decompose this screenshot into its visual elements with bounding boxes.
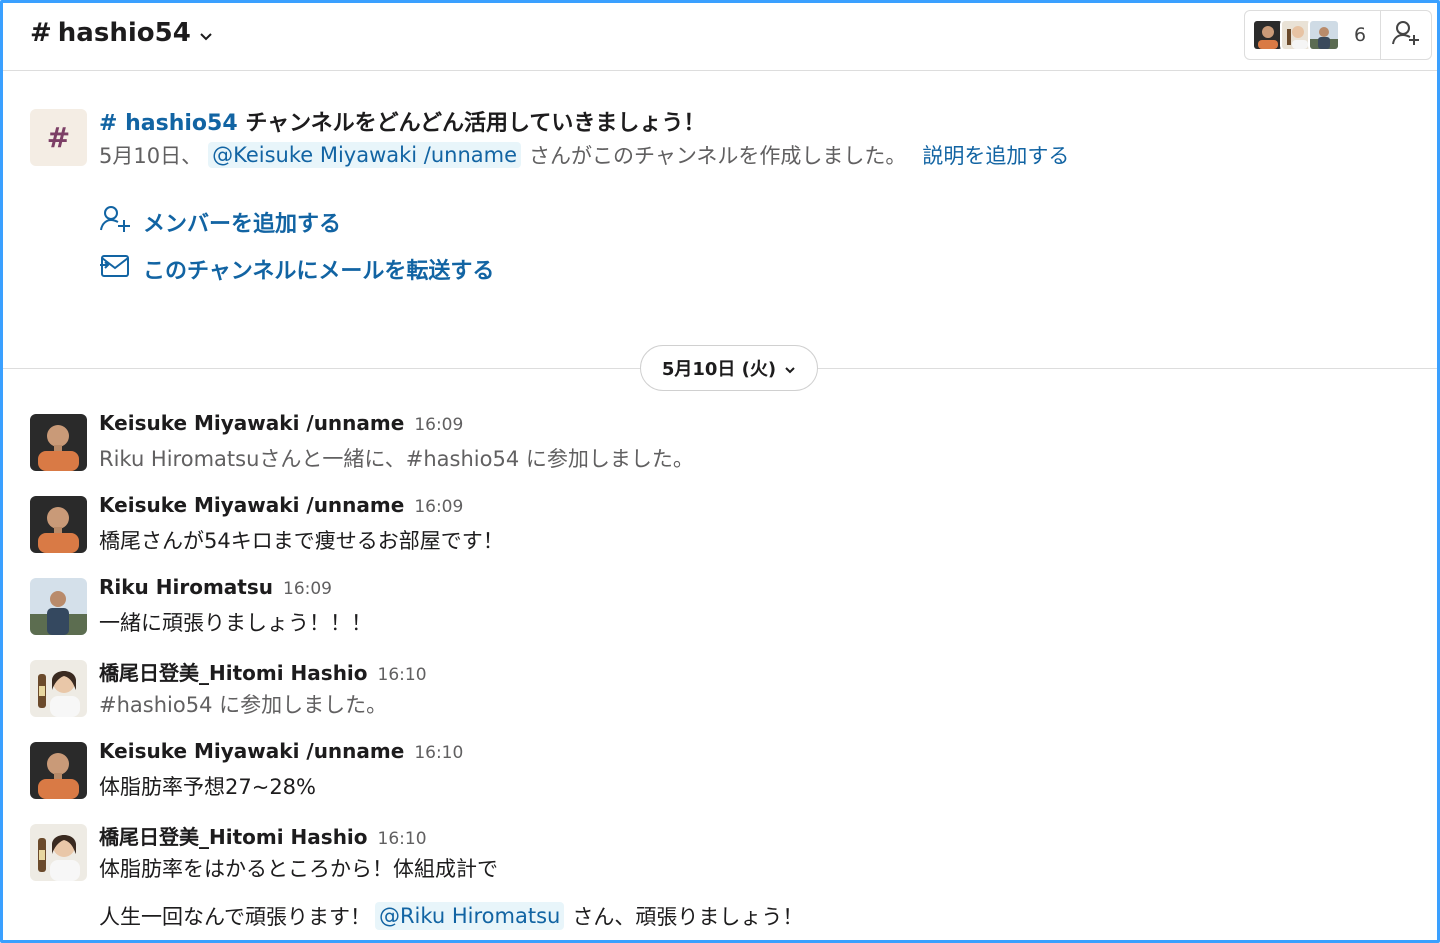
sender-name[interactable]: 橋尾日登美_Hitomi Hashio	[99, 821, 368, 850]
message-text: 体脂肪率予想27~28%	[99, 775, 316, 799]
channel-hash: #	[30, 18, 52, 48]
message-text: 一緒に頑張りましょう！！！	[99, 611, 372, 635]
add-person-icon	[1391, 18, 1421, 52]
message-header: Keisuke Miyawaki /unname 16:10	[99, 739, 463, 763]
intro-title: # hashio54 チャンネルをどんどん活用していきましょう！	[99, 105, 705, 137]
member-avatar-riku	[1308, 19, 1340, 51]
avatar-keisuke[interactable]	[30, 742, 87, 799]
add-members-label: メンバーを追加する	[143, 212, 342, 237]
message-text: 体脂肪率をはかるところから！体組成計で	[99, 857, 498, 881]
message-time[interactable]: 16:09	[414, 497, 463, 517]
forward-email-action[interactable]: このチャンネルにメールを転送する	[99, 253, 494, 285]
message-text: Riku Hiromatsuさんと一緒に、#hashio54 に参加しました。	[99, 447, 694, 471]
message-header: 橋尾日登美_Hitomi Hashio 16:10	[99, 821, 427, 850]
intro-created-date: 5月10日、	[99, 144, 203, 168]
members-widget: 6	[1244, 10, 1432, 60]
avatar-hitomi[interactable]	[30, 824, 87, 881]
message-text-line-2: 人生一回なんで頑張ります！ @Riku Hiromatsu さん、頑張りましょう…	[99, 901, 803, 931]
intro-hash: #	[99, 111, 118, 136]
avatar-riku[interactable]	[30, 578, 87, 635]
sender-name[interactable]: Keisuke Miyawaki /unname	[99, 411, 404, 435]
message-header: 橋尾日登美_Hitomi Hashio 16:10	[99, 657, 427, 686]
message-time[interactable]: 16:09	[283, 579, 332, 599]
member-count: 6	[1354, 24, 1367, 46]
message-time[interactable]: 16:09	[414, 415, 463, 435]
email-forward-icon	[99, 253, 143, 285]
chevron-down-icon	[784, 358, 796, 379]
intro-created-text: さんがこのチャンネルを作成しました。	[529, 144, 907, 168]
intro-channel-link[interactable]: # hashio54	[99, 111, 238, 136]
chevron-down-icon	[199, 19, 213, 49]
avatar-keisuke[interactable]	[30, 496, 87, 553]
channel-name: hashio54	[57, 18, 191, 48]
sender-name[interactable]: Keisuke Miyawaki /unname	[99, 493, 404, 517]
message-time[interactable]: 16:10	[414, 743, 463, 763]
message-time[interactable]: 16:10	[378, 829, 427, 849]
avatar-keisuke[interactable]	[30, 414, 87, 471]
message-text: 橋尾さんが54キロまで痩せるお部屋です！	[99, 529, 504, 553]
member-list-button[interactable]: 6	[1245, 11, 1381, 59]
message-header: Riku Hiromatsu 16:09	[99, 575, 332, 599]
intro-channel-name: hashio54	[125, 111, 238, 136]
add-description-link[interactable]: 説明を追加する	[922, 140, 1069, 170]
channel-window: # hashio54 6 # # hashio54 チャンネルをどんどん活用して…	[0, 0, 1440, 943]
avatar-hitomi[interactable]	[30, 660, 87, 717]
intro-title-rest: チャンネルをどんどん活用していきましょう！	[237, 111, 706, 136]
sender-name[interactable]: 橋尾日登美_Hitomi Hashio	[99, 657, 368, 686]
channel-hash-icon: #	[30, 109, 87, 166]
user-mention[interactable]: @Riku Hiromatsu	[374, 902, 565, 930]
intro-created-line: 5月10日、 @Keisuke Miyawaki /unname さんがこのチャ…	[99, 140, 1069, 170]
date-jump-button[interactable]: 5月10日 (火)	[640, 345, 818, 391]
creator-mention[interactable]: @Keisuke Miyawaki /unname	[208, 142, 522, 168]
channel-header: # hashio54 6	[3, 3, 1437, 71]
add-member-icon	[99, 204, 143, 240]
message-text-before-mention: 人生一回なんで頑張ります！	[99, 905, 371, 929]
date-label: 5月10日 (火)	[661, 359, 777, 380]
message-time[interactable]: 16:10	[378, 665, 427, 685]
sender-name[interactable]: Riku Hiromatsu	[99, 575, 273, 599]
add-members-action[interactable]: メンバーを追加する	[99, 204, 341, 240]
message-text: #hashio54 に参加しました。	[99, 693, 388, 717]
message-header: Keisuke Miyawaki /unname 16:09	[99, 411, 463, 435]
forward-email-label: このチャンネルにメールを転送する	[143, 259, 495, 284]
sender-name[interactable]: Keisuke Miyawaki /unname	[99, 739, 404, 763]
add-people-button[interactable]	[1381, 11, 1431, 59]
message-text-after-mention: さん、頑張りましょう！	[572, 905, 804, 929]
channel-name-button[interactable]: # hashio54	[30, 17, 213, 49]
message-header: Keisuke Miyawaki /unname 16:09	[99, 493, 463, 517]
